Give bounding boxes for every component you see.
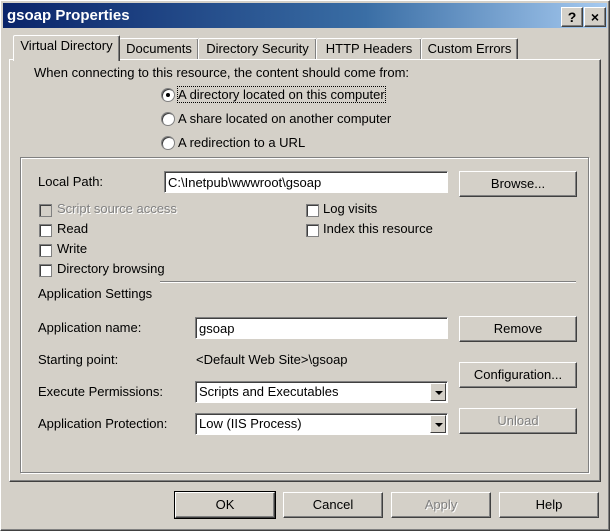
- script-source-access-label: Script source access: [57, 201, 177, 216]
- execute-permissions-select[interactable]: Scripts and Executables: [195, 381, 448, 403]
- chevron-down-icon[interactable]: [430, 383, 446, 401]
- read-label: Read: [57, 221, 89, 236]
- app-settings-divider: [160, 281, 576, 283]
- directory-browsing-label: Directory browsing: [57, 261, 165, 276]
- log-visits-checkbox[interactable]: [306, 204, 319, 217]
- tab-http-headers[interactable]: HTTP Headers: [316, 38, 422, 60]
- local-path-label: Local Path:: [38, 174, 104, 189]
- radio-network-share-label[interactable]: A share located on another computer: [178, 111, 391, 126]
- browse-button[interactable]: Browse...: [459, 171, 577, 197]
- app-name-input[interactable]: gsoap: [195, 317, 448, 339]
- radio-url-redirection[interactable]: [161, 136, 175, 150]
- content-source-prompt: When connecting to this resource, the co…: [34, 65, 410, 80]
- write-checkbox[interactable]: [39, 244, 52, 257]
- window-title: gsoap Properties: [7, 7, 130, 24]
- radio-url-redirection-label[interactable]: A redirection to a URL: [178, 135, 305, 150]
- configuration-button[interactable]: Configuration...: [459, 362, 577, 388]
- apply-button[interactable]: Apply: [391, 492, 491, 518]
- index-resource-label: Index this resource: [323, 221, 433, 236]
- tab-directory-security[interactable]: Directory Security: [198, 38, 317, 60]
- tab-documents[interactable]: Documents: [119, 38, 199, 60]
- tab-custom-errors[interactable]: Custom Errors: [421, 38, 518, 60]
- starting-point-value: <Default Web Site>\gsoap: [196, 352, 348, 367]
- radio-local-directory[interactable]: [161, 88, 175, 102]
- remove-button[interactable]: Remove: [459, 316, 577, 342]
- close-button[interactable]: ×: [584, 7, 606, 27]
- write-label: Write: [57, 241, 88, 256]
- tab-virtual-directory[interactable]: Virtual Directory: [13, 35, 120, 61]
- app-name-label: Application name:: [38, 320, 142, 335]
- radio-network-share[interactable]: [161, 112, 175, 126]
- radio-local-directory-label[interactable]: A directory located on this computer: [177, 86, 386, 103]
- index-resource-checkbox[interactable]: [306, 224, 319, 237]
- starting-point-label: Starting point:: [38, 352, 119, 367]
- ok-button[interactable]: OK: [174, 491, 276, 519]
- app-protection-select[interactable]: Low (IIS Process): [195, 413, 448, 435]
- execute-permissions-label: Execute Permissions:: [38, 384, 163, 399]
- local-path-input[interactable]: C:\Inetpub\wwwroot\gsoap: [164, 171, 448, 193]
- execute-permissions-value: Scripts and Executables: [199, 384, 339, 399]
- unload-button[interactable]: Unload: [459, 408, 577, 434]
- help-button[interactable]: Help: [499, 492, 599, 518]
- read-checkbox[interactable]: [39, 224, 52, 237]
- app-protection-value: Low (IIS Process): [199, 416, 302, 431]
- script-source-access-checkbox[interactable]: [39, 204, 52, 217]
- cancel-button[interactable]: Cancel: [283, 492, 383, 518]
- directory-browsing-checkbox[interactable]: [39, 264, 52, 277]
- title-bar[interactable]: gsoap Properties ? ×: [3, 3, 607, 28]
- app-settings-heading: Application Settings: [38, 286, 153, 301]
- chevron-down-icon[interactable]: [430, 415, 446, 433]
- log-visits-label: Log visits: [323, 201, 378, 216]
- help-title-button[interactable]: ?: [561, 7, 583, 27]
- app-protection-label: Application Protection:: [38, 416, 168, 431]
